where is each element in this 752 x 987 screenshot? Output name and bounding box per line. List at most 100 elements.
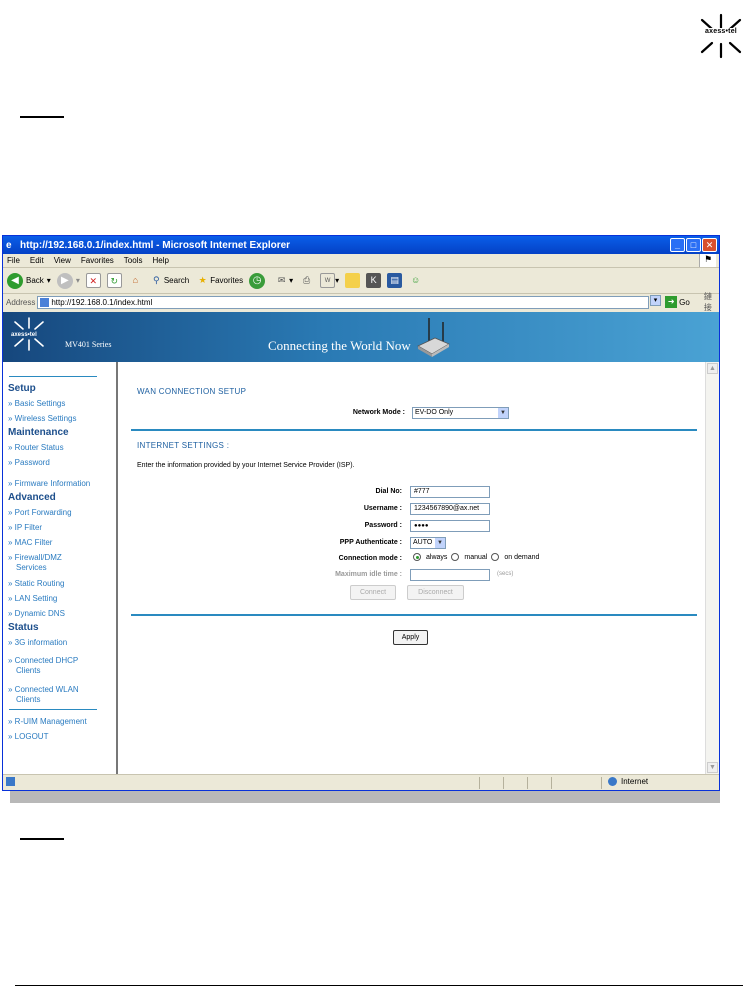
ppp-authenticate-value: AUTO <box>413 539 433 546</box>
page-icon <box>40 297 50 307</box>
print-button[interactable]: ⎙ <box>299 273 314 288</box>
scroll-up-icon[interactable]: ▲ <box>707 363 718 374</box>
vertical-scrollbar[interactable]: ▲ ▼ <box>705 362 719 774</box>
media-button[interactable]: ▤ <box>387 273 403 288</box>
address-dropdown-icon[interactable]: ▾ <box>650 295 661 306</box>
firewall-line-2: Services <box>16 563 47 572</box>
menu-favorites[interactable]: Favorites <box>81 256 114 265</box>
home-button[interactable]: ⌂ <box>128 273 143 288</box>
edit-button[interactable]: W ▾ <box>320 273 339 288</box>
network-mode-label: Network Mode : <box>352 409 405 416</box>
dial-no-input[interactable]: #777 <box>410 486 490 498</box>
title-bar: e http://192.168.0.1/index.html - Micros… <box>3 236 719 254</box>
doc-footer-rule <box>15 985 743 986</box>
logo-wordmark: axess•tel <box>697 28 745 35</box>
window-title: http://192.168.0.1/index.html - Microsof… <box>20 239 291 251</box>
back-dropdown-icon[interactable]: ▾ <box>47 276 51 285</box>
refresh-button[interactable]: ↻ <box>106 273 122 288</box>
isp-instructions: Enter the information provided by your I… <box>137 462 355 469</box>
network-mode-select[interactable]: EV-DO Only ▼ <box>412 407 509 419</box>
messenger-button[interactable]: ☺ <box>408 273 423 288</box>
sidebar-item-router-status[interactable]: » Router Status <box>8 440 116 455</box>
menu-bar: File Edit View Favorites Tools Help ⚑ <box>3 254 719 268</box>
back-button[interactable]: ◀ Back ▾ <box>7 272 51 289</box>
sidebar-divider <box>9 709 97 710</box>
search-icon: ⚲ <box>153 275 160 285</box>
internet-settings-title: INTERNET SETTINGS : <box>137 441 230 450</box>
sidebar-section-status: Status <box>8 622 39 633</box>
address-input[interactable]: http://192.168.0.1/index.html <box>37 295 650 309</box>
close-button[interactable]: ✕ <box>702 238 717 252</box>
sidebar-item-lan-setting[interactable]: » LAN Setting <box>8 591 116 606</box>
links-label[interactable]: 鏈接 <box>704 291 719 313</box>
scroll-down-icon[interactable]: ▼ <box>707 762 718 773</box>
sidebar-item-firmware[interactable]: » Firmware Information <box>8 476 116 491</box>
maximize-button[interactable]: □ <box>686 238 701 252</box>
minimize-button[interactable]: _ <box>670 238 685 252</box>
radio-on-demand[interactable] <box>491 553 500 561</box>
menu-file[interactable]: File <box>7 256 20 265</box>
research-icon: K <box>366 273 382 288</box>
max-idle-time-input[interactable] <box>410 569 490 581</box>
connection-mode-label: Connection mode : <box>338 555 402 562</box>
max-idle-time-label: Maximum idle time : <box>335 571 402 578</box>
connect-button[interactable]: Connect <box>350 585 396 600</box>
sidebar-nav: Setup » Basic Settings » Wireless Settin… <box>3 362 118 774</box>
sidebar-item-firewall-dmz[interactable]: » Firewall/DMZ Services <box>8 553 116 573</box>
wan-connection-title: WAN CONNECTION SETUP <box>137 387 247 396</box>
search-button[interactable]: ⚲ Search <box>149 273 189 288</box>
sidebar-item-basic-settings[interactable]: » Basic Settings <box>8 396 116 411</box>
sidebar-item-connected-dhcp[interactable]: » Connected DHCP Clients <box>8 656 116 676</box>
banner-brand: axess•tel <box>11 332 37 338</box>
menu-view[interactable]: View <box>54 256 71 265</box>
sidebar-item-wireless-settings[interactable]: » Wireless Settings <box>8 411 116 426</box>
ie-icon: e <box>6 239 12 251</box>
star-icon: ★ <box>198 275 207 285</box>
toolbar: ◀ Back ▾ ▶ ▾ ✕ ↻ ⌂ ⚲ Search ★ Favorites … <box>3 268 719 294</box>
sidebar-item-port-forwarding[interactable]: » Port Forwarding <box>8 505 116 520</box>
stop-button[interactable]: ✕ <box>85 273 101 288</box>
sidebar-item-password[interactable]: » Password <box>8 455 116 470</box>
forward-dropdown-icon[interactable]: ▾ <box>76 276 80 285</box>
folder-button[interactable] <box>345 273 361 288</box>
forward-button[interactable]: ▶ ▾ <box>56 272 80 289</box>
sidebar-item-static-routing[interactable]: » Static Routing <box>8 576 116 591</box>
radio-always[interactable] <box>413 553 421 561</box>
ppp-authenticate-select[interactable]: AUTO ▼ <box>410 537 446 549</box>
sidebar-section-setup: Setup <box>8 383 36 394</box>
go-button[interactable]: ➜ Go <box>665 296 690 308</box>
firewall-line-1: » Firewall/DMZ <box>8 553 62 562</box>
radio-manual[interactable] <box>451 553 460 561</box>
sidebar-item-ip-filter[interactable]: » IP Filter <box>8 520 116 535</box>
dial-no-label: Dial No: <box>375 488 402 495</box>
menu-edit[interactable]: Edit <box>30 256 44 265</box>
sidebar-item-logout[interactable]: » LOGOUT <box>8 729 116 744</box>
sidebar-item-3g-information[interactable]: » 3G information <box>8 635 116 650</box>
forward-arrow-icon: ▶ <box>56 272 73 289</box>
security-zone: Internet <box>608 777 648 786</box>
page-status-icon <box>6 777 15 786</box>
router-image <box>417 318 450 357</box>
mail-button[interactable]: ✉ ▾ <box>274 273 293 288</box>
sidebar-item-ruim-management[interactable]: » R-UIM Management <box>8 714 116 729</box>
favorites-button[interactable]: ★ Favorites <box>195 273 243 288</box>
connection-mode-group: always manual on demand <box>413 553 543 561</box>
menu-tools[interactable]: Tools <box>124 256 143 265</box>
username-input[interactable]: 1234567890@ax.net <box>410 503 490 515</box>
apply-button[interactable]: Apply <box>393 630 428 645</box>
sidebar-item-dynamic-dns[interactable]: » Dynamic DNS <box>8 606 116 621</box>
folder-icon <box>345 273 361 288</box>
research-button[interactable]: K <box>366 273 382 288</box>
always-label: always <box>426 553 448 561</box>
sidebar-item-mac-filter[interactable]: » MAC Filter <box>8 535 116 550</box>
disconnect-button[interactable]: Disconnect <box>407 585 464 600</box>
password-input[interactable]: ●●●● <box>410 520 490 532</box>
edit-icon: W <box>320 273 336 288</box>
favorites-label: Favorites <box>210 276 244 285</box>
zone-label: Internet <box>621 777 649 786</box>
network-mode-value: EV-DO Only <box>415 409 454 416</box>
history-button[interactable]: ◷ <box>249 272 268 289</box>
section-divider-bottom <box>131 614 697 616</box>
menu-help[interactable]: Help <box>152 256 168 265</box>
sidebar-item-connected-wlan[interactable]: » Connected WLAN Clients <box>8 685 116 705</box>
